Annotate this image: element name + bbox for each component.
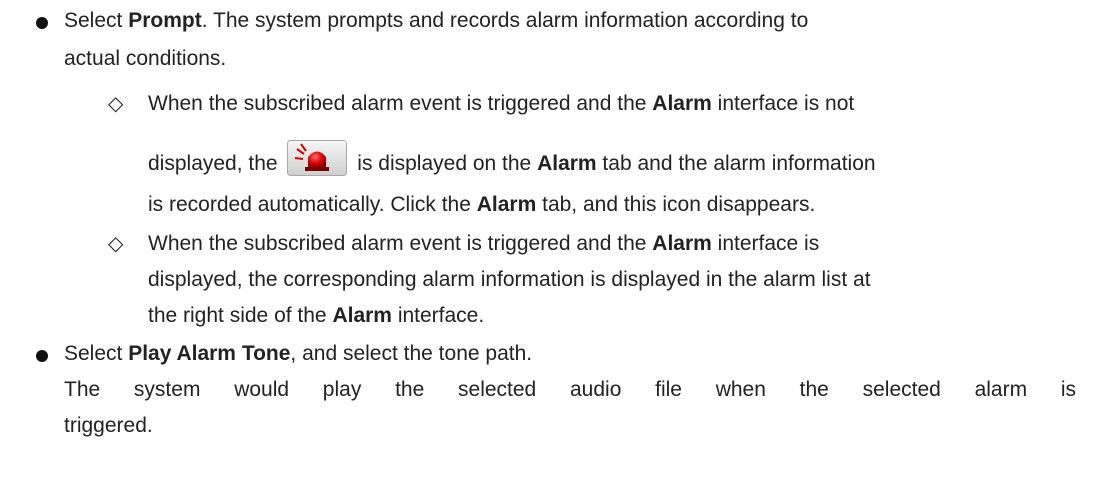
paragraph-line: is recorded automatically. Click the Ala…: [148, 190, 815, 220]
paragraph-line: When the subscribed alarm event is trigg…: [148, 229, 819, 259]
text: The system would play the selected audio…: [64, 378, 1076, 401]
text: interface is: [711, 232, 820, 255]
text: Select: [64, 9, 129, 32]
diamond-marker-icon: ◇: [108, 233, 124, 255]
paragraph-line: triggered.: [64, 411, 153, 441]
paragraph-line: The system would play the selected audio…: [64, 375, 1076, 405]
text: tab and the alarm information: [596, 152, 876, 175]
text: , and select the tone path.: [290, 342, 533, 365]
text: When the subscribed alarm event is trigg…: [148, 232, 653, 255]
bold-term: Alarm: [652, 92, 712, 115]
bold-term: Prompt: [128, 9, 202, 32]
paragraph-line: the right side of the Alarm interface.: [148, 301, 484, 331]
bold-term: Alarm: [652, 232, 712, 255]
text: the right side of the: [148, 304, 333, 327]
text: interface is not: [711, 92, 855, 115]
text: displayed, the corresponding alarm infor…: [148, 268, 871, 291]
paragraph-line: actual conditions.: [64, 44, 226, 74]
text: When the subscribed alarm event is trigg…: [148, 92, 653, 115]
paragraph-line: When the subscribed alarm event is trigg…: [148, 89, 854, 119]
text: is displayed on the: [351, 152, 538, 175]
diamond-marker-icon: ◇: [108, 93, 124, 115]
bold-term: Alarm: [476, 193, 537, 216]
text: Select: [64, 342, 129, 365]
text: . The system prompts and records alarm i…: [201, 9, 809, 32]
text: is recorded automatically. Click the: [148, 193, 477, 216]
bullet-dot: [36, 350, 48, 362]
text: tab, and this icon disappears.: [536, 193, 816, 216]
paragraph-line: Select Prompt. The system prompts and re…: [64, 6, 1076, 36]
alarm-siren-icon: [287, 140, 348, 176]
text: triggered.: [64, 414, 153, 437]
paragraph-line: Select Play Alarm Tone, and select the t…: [64, 339, 532, 369]
bullet-dot: [36, 17, 48, 29]
paragraph-line: displayed, the is displayed on the Alarm…: [148, 140, 876, 179]
bold-term: Play Alarm Tone: [128, 342, 291, 365]
text: displayed, the: [148, 152, 284, 175]
text: interface.: [391, 304, 485, 327]
paragraph-line: displayed, the corresponding alarm infor…: [148, 265, 871, 295]
bold-term: Alarm: [332, 304, 392, 327]
text: actual conditions.: [64, 47, 227, 70]
bold-term: Alarm: [537, 152, 597, 175]
